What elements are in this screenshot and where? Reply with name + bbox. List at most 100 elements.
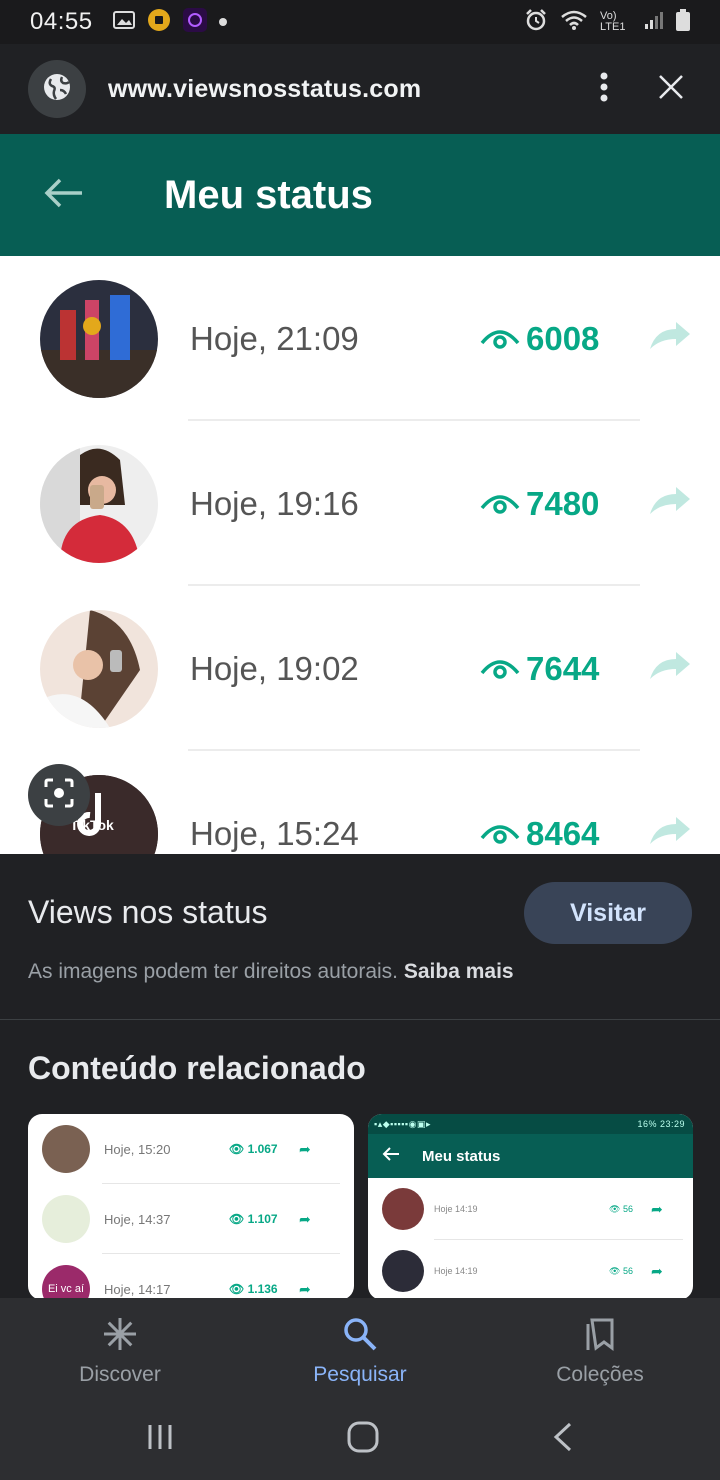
avatar — [40, 609, 158, 728]
views-count: 7480 — [480, 485, 620, 523]
copyright-notice: As imagens podem ter direitos autorais. … — [28, 960, 514, 984]
battery-icon — [676, 8, 690, 36]
status-row: Hoje, 21:09 6008 — [0, 256, 720, 421]
search-icon — [342, 1316, 378, 1357]
site-info-button[interactable] — [28, 60, 86, 118]
status-row: Hoje, 19:02 7644 — [0, 586, 720, 751]
eye-icon — [480, 824, 520, 844]
more-vert-icon[interactable] — [600, 72, 608, 107]
wa-header-title: Meu status — [164, 172, 373, 217]
purple-app-icon — [182, 7, 207, 37]
list-item: Hoje 14:19 👁 56 ➦ — [368, 1240, 693, 1300]
close-icon[interactable] — [658, 74, 684, 105]
wa-header: Meu status — [368, 1134, 693, 1178]
thumb-status-bar: ▪▴◆▪▪▪▪▪◉▣▸ 16% 23:29 — [368, 1114, 693, 1134]
wa-header: Meu status — [0, 134, 720, 256]
share-arrow-icon — [648, 486, 692, 521]
image-preview[interactable]: Meu status Hoje, 21:09 6008 Hoje, 19:16 … — [0, 134, 720, 854]
network-text: Vo) LTE1 — [600, 10, 626, 33]
views-value: 👁 1.107 — [229, 1212, 278, 1226]
share-arrow-icon — [648, 816, 692, 851]
signal-icon — [644, 10, 664, 35]
gallery-icon — [112, 10, 135, 35]
eye-icon — [480, 494, 520, 514]
nav-label: Discover — [79, 1363, 161, 1386]
share-arrow-icon: ➦ — [299, 1210, 311, 1227]
status-time-label: Hoje, 15:20 — [104, 1141, 171, 1157]
source-title[interactable]: Views nos status — [28, 894, 268, 931]
status-time-label: Hoje, 21:09 — [190, 319, 359, 357]
system-navigation-bar — [0, 1398, 720, 1480]
avatar — [42, 1195, 90, 1243]
share-arrow-icon: ➦ — [299, 1280, 311, 1297]
views-value: 7480 — [526, 484, 600, 522]
status-time-label: Hoje 14:19 — [434, 1204, 478, 1214]
views-value: 8464 — [526, 814, 600, 852]
nav-collections[interactable]: Coleções — [480, 1298, 720, 1398]
share-arrow-icon — [648, 651, 692, 686]
status-time-label: Hoje, 15:24 — [190, 814, 359, 852]
alarm-icon — [524, 8, 548, 37]
list-item: Ei vc aí Hoje, 14:17 👁 1.136 ➦ — [28, 1254, 354, 1300]
share-arrow-icon — [648, 321, 692, 356]
views-value: 6008 — [526, 319, 600, 357]
nav-label: Coleções — [556, 1363, 644, 1386]
back-arrow-icon — [44, 177, 84, 214]
discover-icon — [102, 1316, 138, 1357]
back-arrow-icon — [382, 1146, 400, 1166]
views-count: 6008 — [480, 320, 620, 358]
yellow-app-icon — [147, 8, 171, 37]
eye-icon — [480, 329, 520, 349]
eye-icon — [480, 659, 520, 679]
status-time-label: Hoje, 19:02 — [190, 649, 359, 687]
related-content-title: Conteúdo relacionado — [28, 1050, 366, 1086]
copyright-text: As imagens podem ter direitos autorais. — [28, 960, 399, 983]
collections-icon — [582, 1316, 618, 1357]
nav-label: Pesquisar — [313, 1363, 407, 1386]
list-item: Hoje, 15:20 👁 1.067 ➦ — [28, 1114, 354, 1184]
nav-search[interactable]: Pesquisar — [240, 1298, 480, 1398]
status-time-label: Hoje, 19:16 — [190, 484, 359, 522]
share-arrow-icon: ➦ — [299, 1140, 311, 1157]
share-arrow-icon: ➦ — [651, 1200, 663, 1217]
image-info-panel: Views nos status Visitar As imagens pode… — [0, 854, 720, 1020]
avatar — [382, 1188, 424, 1230]
learn-more-link[interactable]: Saiba mais — [404, 960, 514, 983]
status-time-label: Hoje, 14:37 — [104, 1211, 171, 1227]
home-icon[interactable] — [346, 1420, 380, 1459]
views-value: 👁 56 — [609, 1203, 633, 1214]
wa-header-title: Meu status — [422, 1147, 501, 1165]
notification-dot-icon — [218, 18, 227, 26]
status-row: TikTok Hoje, 15:24 8464 — [0, 751, 720, 854]
wifi-icon — [560, 9, 588, 36]
related-thumbnail[interactable]: ▪▴◆▪▪▪▪▪◉▣▸ 16% 23:29 Meu status Hoje 14… — [368, 1114, 693, 1300]
status-time-label: Hoje 14:19 — [434, 1266, 478, 1276]
avatar: Ei vc aí — [42, 1265, 90, 1300]
views-value: 👁 1.136 — [229, 1282, 278, 1296]
list-item: Hoje, 14:37 👁 1.107 ➦ — [28, 1184, 354, 1254]
views-count: 8464 — [480, 815, 620, 853]
views-value: 👁 56 — [609, 1265, 633, 1276]
globe-icon — [42, 72, 72, 107]
lens-search-button[interactable] — [28, 764, 90, 826]
avatar — [40, 444, 158, 563]
list-item: Hoje 14:19 👁 56 ➦ — [368, 1178, 693, 1240]
lens-icon — [43, 777, 75, 814]
back-icon[interactable] — [551, 1421, 575, 1458]
avatar — [42, 1125, 90, 1173]
share-arrow-icon: ➦ — [651, 1262, 663, 1279]
status-row: Hoje, 19:16 7480 — [0, 421, 720, 586]
browser-toolbar: www.viewsnosstatus.com — [0, 44, 720, 134]
avatar — [40, 279, 158, 398]
status-time-label: Hoje, 14:17 — [104, 1281, 171, 1297]
status-bar: 04:55 Vo) LTE1 — [0, 0, 720, 44]
recent-apps-icon[interactable] — [145, 1422, 175, 1457]
related-thumbnail[interactable]: Hoje, 15:20 👁 1.067 ➦ Hoje, 14:37 👁 1.10… — [28, 1114, 354, 1300]
page-url[interactable]: www.viewsnosstatus.com — [108, 75, 421, 104]
bottom-navigation: Discover Pesquisar Coleções — [0, 1298, 720, 1398]
views-value: 👁 1.067 — [229, 1142, 278, 1156]
avatar — [382, 1250, 424, 1292]
visit-button[interactable]: Visitar — [524, 882, 692, 944]
views-count: 7644 — [480, 650, 620, 688]
nav-discover[interactable]: Discover — [0, 1298, 240, 1398]
